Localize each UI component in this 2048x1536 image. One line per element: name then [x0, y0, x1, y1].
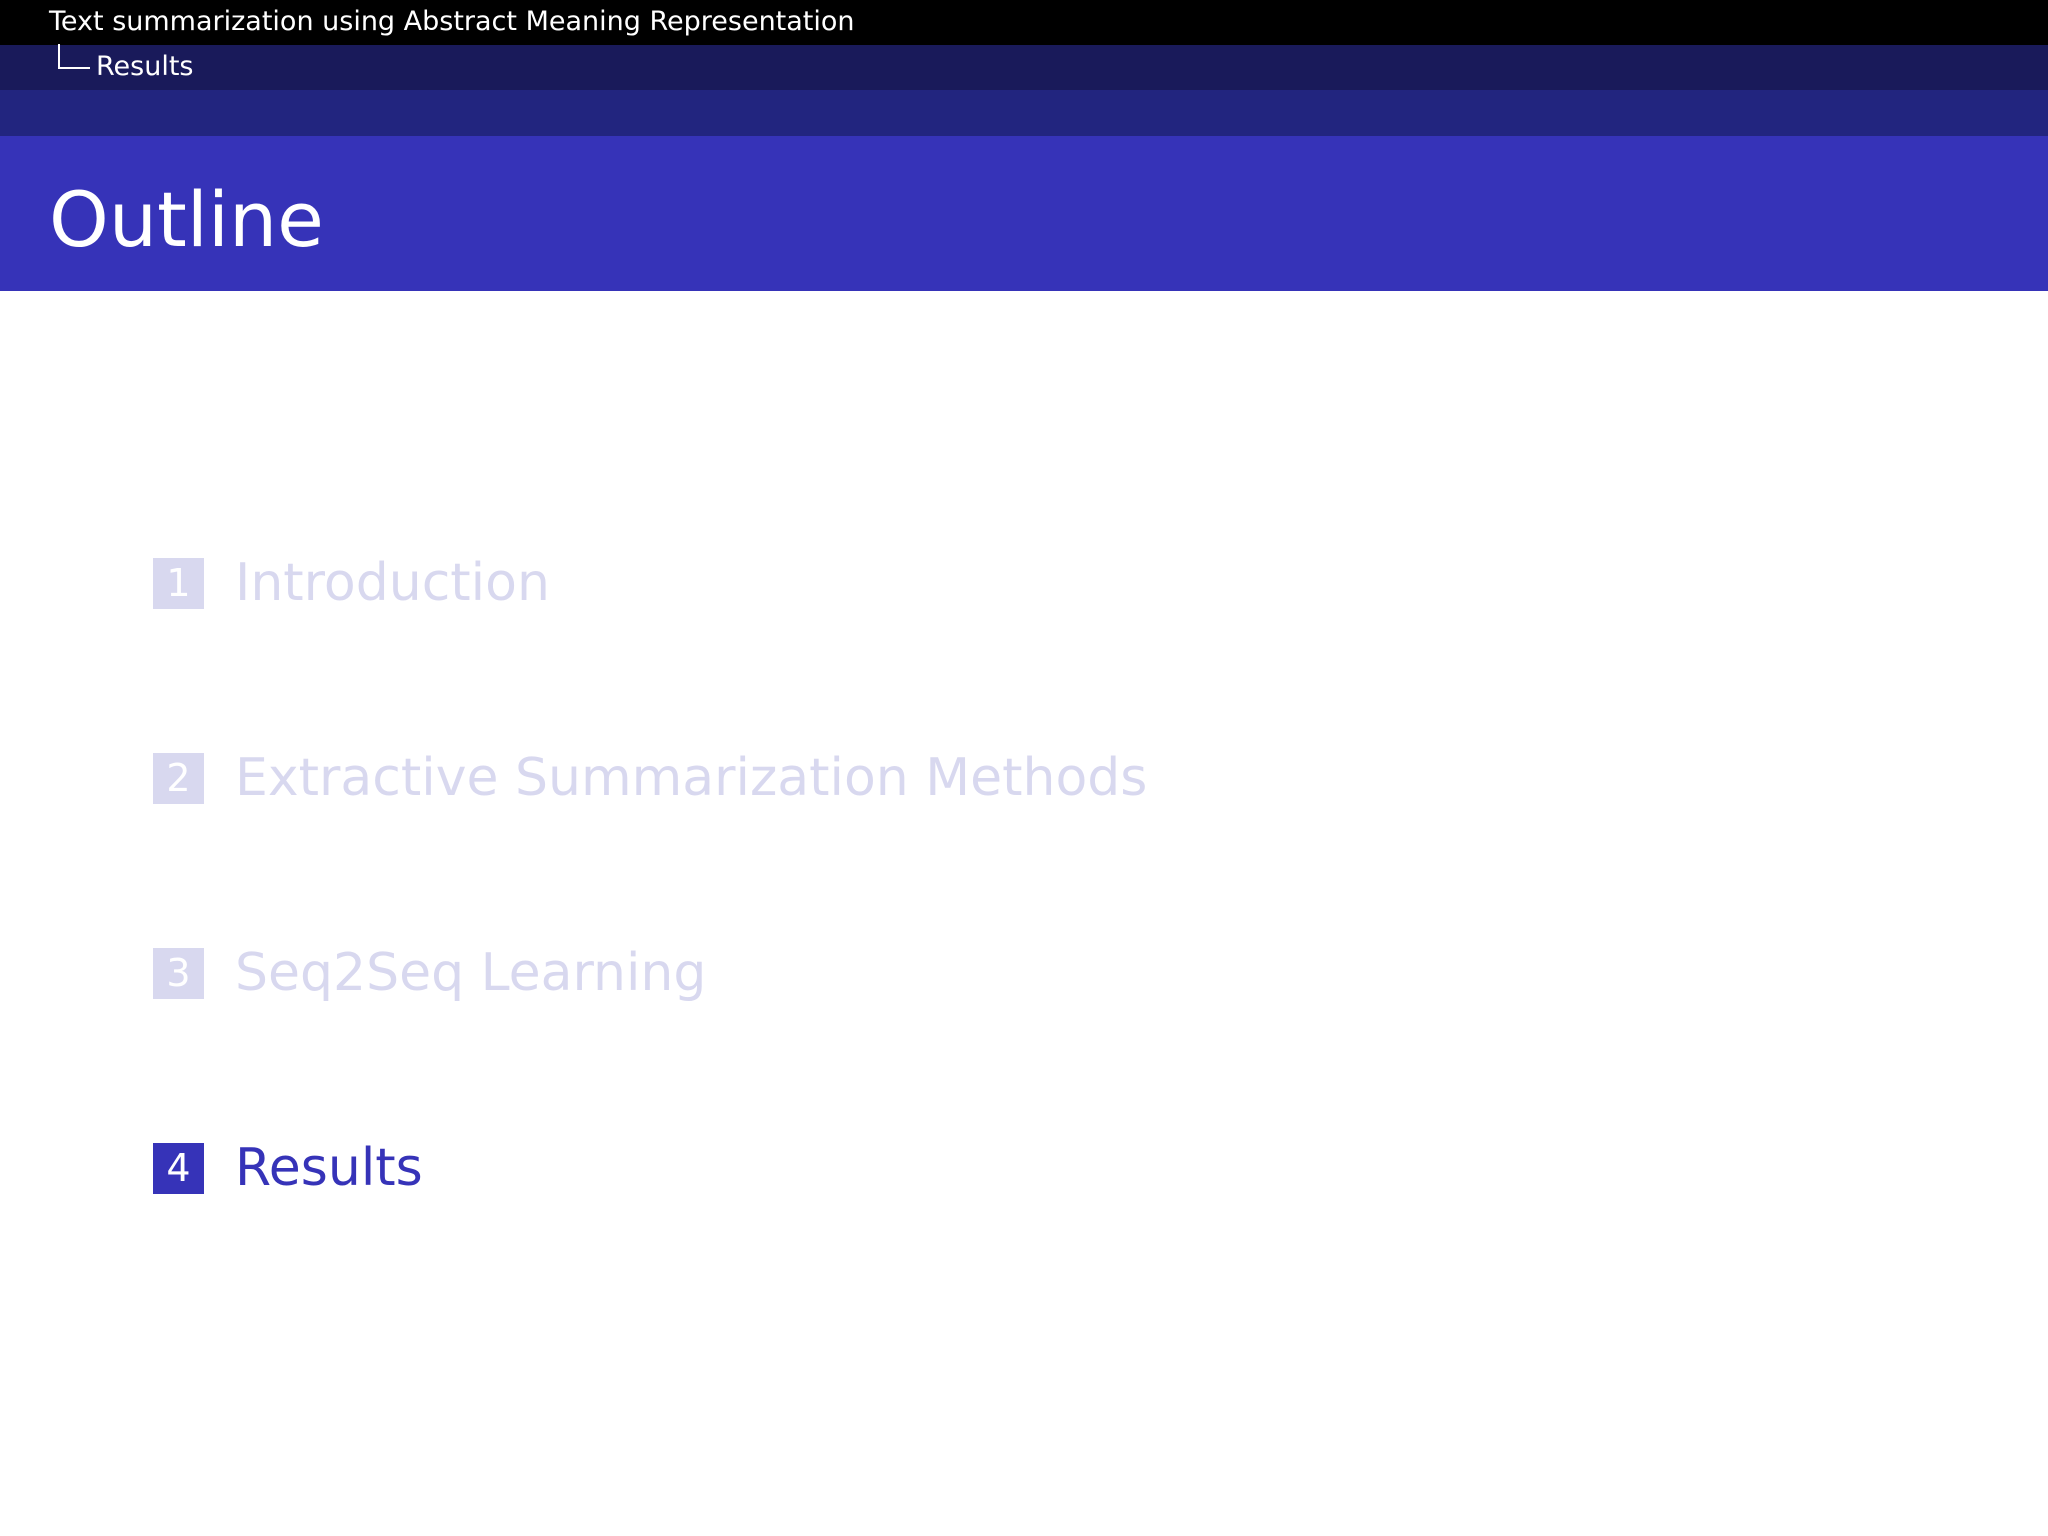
- outline-item-results[interactable]: 4 Results: [153, 1138, 423, 1198]
- current-section-label: Results: [96, 51, 194, 82]
- outline-item-extractive-methods[interactable]: 2 Extractive Summarization Methods: [153, 748, 1147, 808]
- outline-item-number: 2: [153, 752, 204, 804]
- outline-item-label: Results: [235, 1138, 423, 1198]
- tree-branch-icon: [58, 44, 90, 69]
- slide: Text summarization using Abstract Meanin…: [0, 0, 2048, 1536]
- outline-item-label: Introduction: [235, 553, 550, 613]
- outline-item-number: 3: [153, 947, 204, 999]
- spacer-bar: [0, 90, 2048, 136]
- headline-bar: Text summarization using Abstract Meanin…: [0, 0, 2048, 45]
- outline-item-number: 4: [153, 1142, 204, 1194]
- outline-item-label: Extractive Summarization Methods: [235, 748, 1148, 808]
- presentation-title: Text summarization using Abstract Meanin…: [49, 6, 855, 37]
- frame-title: Outline: [49, 175, 324, 264]
- subsection-bar: [0, 45, 2048, 90]
- outline-item-number: 1: [153, 557, 204, 609]
- outline-item-introduction[interactable]: 1 Introduction: [153, 553, 550, 613]
- outline-item-seq2seq[interactable]: 3 Seq2Seq Learning: [153, 943, 706, 1003]
- outline-item-label: Seq2Seq Learning: [235, 943, 707, 1003]
